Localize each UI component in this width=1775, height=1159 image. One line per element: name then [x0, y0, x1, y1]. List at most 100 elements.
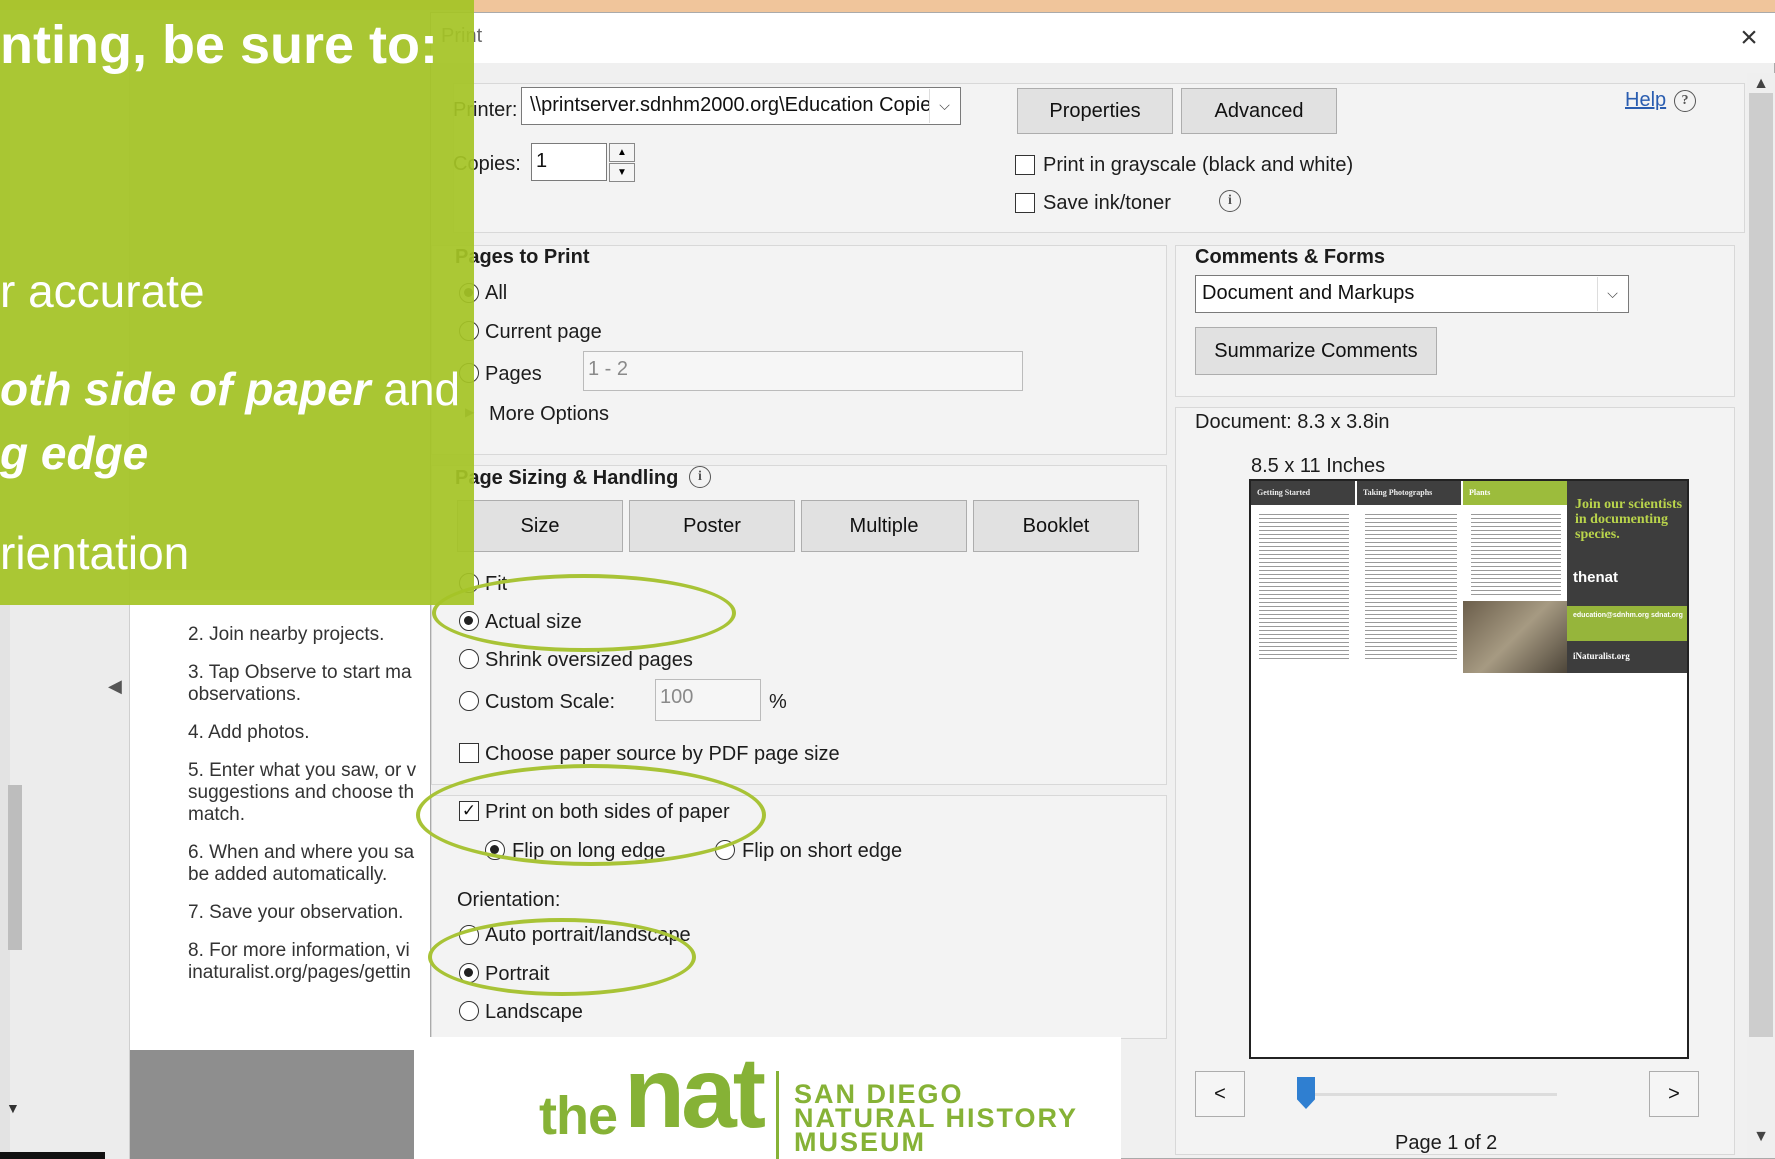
preview-brand-logo: thenat [1573, 569, 1618, 586]
doc-item: inaturalist.org/pages/gettin [188, 962, 411, 983]
preview-plant-photo [1463, 601, 1567, 673]
printer-dropdown-chevron-icon[interactable]: ⌵ [929, 89, 959, 123]
save-ink-label: Save ink/toner [1043, 192, 1171, 214]
save-ink-checkbox[interactable] [1015, 193, 1035, 213]
print-preview-page: Getting Started Taking Photographs Plant… [1249, 479, 1689, 1059]
preview-inat-text: iNaturalist.org [1573, 651, 1630, 661]
percent-label: % [769, 691, 787, 713]
short-edge-label: Flip on short edge [742, 840, 903, 862]
page-sizing-info-icon[interactable]: i [689, 466, 711, 488]
custom-scale-label: Custom Scale: [485, 691, 616, 713]
booklet-tab-button[interactable]: Booklet [973, 500, 1139, 552]
instruction-overlay: nting, be sure to: r accurate oth side o… [0, 0, 474, 605]
museum-logo: the nat SAN DIEGO NATURAL HISTORY MUSEUM [414, 1037, 1121, 1159]
dialog-titlebar: Print × [431, 13, 1775, 63]
collapse-panel-arrow-icon[interactable]: ◀ [108, 676, 122, 697]
highlight-ellipse-actual-size [432, 574, 736, 652]
logo-line: MUSEUM [794, 1127, 926, 1157]
page-indicator: Page 1 of 2 [1395, 1132, 1498, 1154]
preview-next-button[interactable]: > [1649, 1071, 1699, 1117]
save-ink-info-icon[interactable]: i [1219, 190, 1241, 212]
doc-item: 3. Tap Observe to start ma [188, 662, 412, 683]
close-button[interactable]: × [1731, 21, 1767, 55]
preview-col-header: Getting Started [1251, 481, 1355, 505]
overlay-line-2-rest: and [370, 363, 461, 415]
logo-divider [776, 1071, 779, 1159]
doc-item: 4. Add photos. [188, 722, 310, 743]
highlight-ellipse-duplex [416, 764, 766, 866]
poster-tab-button[interactable]: Poster [629, 500, 795, 552]
advanced-button[interactable]: Advanced [1181, 88, 1337, 134]
orientation-landscape-label: Landscape [485, 1001, 583, 1023]
taskbar-fragment [0, 1152, 105, 1159]
doc-item: 6. When and where you sa [188, 842, 415, 863]
preview-col-header: Plants [1463, 481, 1567, 505]
overlay-line-1: r accurate [0, 265, 205, 317]
orientation-landscape-radio[interactable] [459, 1001, 479, 1021]
pages-range-input[interactable]: 1 - 2 [583, 351, 1023, 391]
logo-nat-text: nat [624, 1037, 766, 1149]
page-slider-track[interactable] [1307, 1093, 1557, 1096]
overlay-heading: nting, be sure to: [0, 15, 438, 75]
summarize-comments-button[interactable]: Summarize Comments [1195, 327, 1437, 375]
pages-all-label: All [485, 282, 508, 304]
grayscale-checkbox[interactable] [1015, 155, 1035, 175]
preview-contact-text: education@sdnhm.org sdnat.org [1573, 612, 1683, 619]
preview-col-header: Taking Photographs [1357, 481, 1461, 505]
printer-select[interactable]: \\printserver.sdnhm2000.org\Education Co… [521, 87, 961, 125]
copies-up-arrow-icon[interactable]: ▲ [609, 143, 635, 162]
more-options-label[interactable]: More Options [489, 403, 609, 426]
paper-size-label: 8.5 x 11 Inches [1251, 455, 1386, 477]
overlay-line-2-italic: oth side of paper [0, 363, 371, 415]
pages-to-print-title: Pages to Print [455, 246, 590, 268]
overlay-line-3: g edge [0, 427, 149, 479]
doc-item: match. [188, 804, 246, 825]
preview-text-block [1259, 511, 1349, 661]
scroll-up-arrow-icon[interactable]: ▲ [1749, 75, 1773, 93]
preview-brochure: Getting Started Taking Photographs Plant… [1251, 481, 1687, 673]
doc-item: 2. Join nearby projects. [188, 624, 385, 645]
shrink-radio[interactable] [459, 649, 479, 669]
doc-item: 8. For more information, vi [188, 940, 410, 961]
pages-current-label: Current page [485, 321, 602, 343]
comments-forms-title: Comments & Forms [1195, 246, 1386, 268]
orientation-title: Orientation: [457, 889, 561, 911]
scroll-down-arrow-icon[interactable]: ▼ [1749, 1128, 1773, 1146]
custom-scale-radio[interactable] [459, 691, 479, 711]
preview-text-block [1471, 511, 1561, 597]
shrink-label: Shrink oversized pages [485, 649, 693, 671]
copies-down-arrow-icon[interactable]: ▼ [609, 163, 635, 182]
multiple-tab-button[interactable]: Multiple [801, 500, 967, 552]
preview-text-block [1365, 511, 1457, 661]
custom-scale-input[interactable]: 100 [655, 679, 761, 721]
doc-item: 5. Enter what you saw, or v [188, 760, 417, 781]
background-document-page: 2. Join nearby projects. 3. Tap Observe … [130, 590, 430, 1050]
overlay-line-4: rientation [0, 527, 190, 579]
logo-museum-name: SAN DIEGO NATURAL HISTORY MUSEUM [794, 1081, 1078, 1157]
paper-source-label: Choose paper source by PDF page size [485, 743, 840, 765]
properties-button[interactable]: Properties [1017, 88, 1173, 134]
pages-range-label: Pages [485, 363, 542, 385]
copies-input[interactable]: 1 [531, 143, 607, 181]
paper-source-checkbox[interactable] [459, 743, 479, 763]
logo-the-text: the [539, 1086, 618, 1146]
doc-item: observations. [188, 684, 302, 705]
grayscale-label: Print in grayscale (black and white) [1043, 154, 1354, 176]
size-tab-button[interactable]: Size [457, 500, 623, 552]
doc-item: be added automatically. [188, 864, 388, 885]
help-question-icon[interactable]: ? [1674, 90, 1696, 112]
doc-item: 7. Save your observation. [188, 902, 404, 923]
page-sizing-title: Page Sizing & Handling [455, 467, 679, 489]
dialog-scrollbar-thumb[interactable] [1749, 93, 1773, 1037]
comments-forms-select[interactable]: Document and Markups [1195, 275, 1629, 313]
scroll-down-arrow-icon[interactable]: ▼ [6, 1100, 20, 1116]
preview-prev-button[interactable]: < [1195, 1071, 1245, 1117]
preview-join-text: Join our scientists in documenting speci… [1575, 497, 1683, 542]
background-scrollbar-thumb[interactable] [8, 785, 22, 950]
help-link[interactable]: Help [1625, 89, 1666, 112]
screen: 2. Join nearby projects. 3. Tap Observe … [0, 0, 1775, 1159]
background-grey-area [130, 1050, 430, 1159]
doc-item: suggestions and choose th [188, 782, 415, 803]
highlight-ellipse-portrait [428, 918, 696, 996]
comments-dropdown-chevron-icon[interactable]: ⌵ [1597, 277, 1627, 311]
